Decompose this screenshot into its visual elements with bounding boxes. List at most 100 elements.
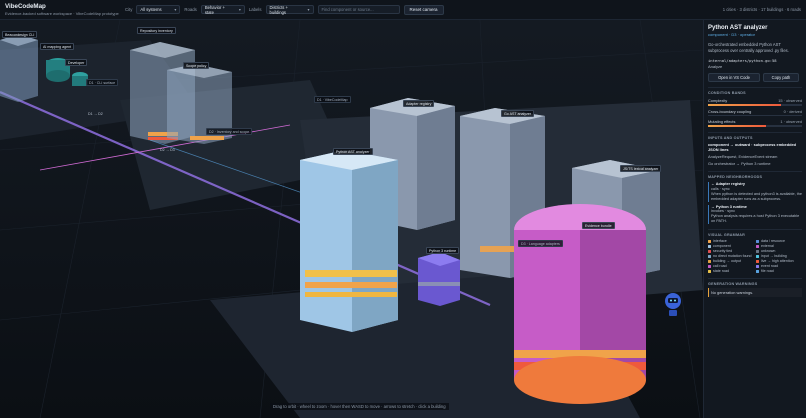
grammar-label: building → output [713,259,741,264]
neighbor-title: ← Adapter registry [711,181,746,186]
generation-warnings: GENERATION WARNINGS No generation warnin… [708,278,802,298]
grammar-item: event road [756,264,802,268]
grammar-label: data / resource [761,239,785,244]
section-heading: VISUAL GRAMMAR [708,233,745,238]
section-heading: CONDITION BANDS [708,91,746,96]
building-label[interactable]: AI mapping agent [40,43,75,50]
neighbor-text: Python analysis requires a host Python 3… [711,214,800,224]
grammar-label: event road [761,264,778,269]
grammar-item: interface [708,239,754,243]
inputs-outputs: INPUTS AND OUTPUTS component → outward ·… [708,131,802,166]
roads-label: Roads [184,7,197,12]
top-toolbar: VibeCodeMap Evidence-backed software wor… [0,0,806,20]
district-label[interactable]: D2 · Inventory and scope [206,128,253,135]
building-evidence-bundle[interactable] [514,204,646,404]
grammar-label: no direct mutation found [713,254,752,259]
city-canvas[interactable]: Beacondesign CLI AI mapping agent Develo… [0,20,703,418]
building-label[interactable]: Go AST analyzer [501,110,535,117]
grammar-item: unknown [756,249,802,253]
inspector-title: Python AST analyzer [708,25,768,31]
grammar-item: security tied [708,249,754,253]
grammar-label: unknown [761,249,776,254]
labels-label: Labels [248,7,262,12]
band-coupling: Cross-boundary coupling 0 · derived [708,109,802,117]
open-in-vscode-button[interactable]: Open in VS Code [708,73,760,83]
brand: VibeCodeMap Evidence-backed software wor… [5,3,121,16]
building-label[interactable]: JS/TS lexical analyzer [620,165,662,172]
building-label[interactable]: Python AST analyzer [333,148,373,155]
grammar-label: file road [761,269,774,274]
grammar-legend: interface data / resource component externa… [708,239,802,273]
swatch-icon [708,254,711,258]
building-label[interactable]: Scope policy [183,62,210,69]
grammar-label: interface [713,239,727,244]
building-python-ast[interactable] [300,150,398,332]
warning-message: No generation warnings. [708,288,802,298]
road-label: D2 → D3 [160,148,175,152]
roads-select-value: Behavior + state [204,4,225,15]
building-label[interactable]: Repository inventory [137,27,176,34]
district-label[interactable]: D3 · Language adapters [518,240,563,247]
swatch-icon [708,244,711,248]
grammar-label: state road [713,269,729,274]
neighbor-title: → Python 3 runtime [711,204,747,209]
grammar-item: no direct mutation found [708,254,754,258]
band-mutating: Mutating effects 1 · observed [708,119,802,127]
copy-path-button[interactable]: Copy path [763,73,799,83]
app-subtitle: Evidence-backed software workspace · Vib… [5,11,119,16]
grammar-label: call road [713,264,727,269]
section-heading: INPUTS AND OUTPUTS [708,135,753,140]
labels-select[interactable]: Districts + buildings ▾ [265,4,314,15]
io-flow: Go orchestrator → Python 3 runtime [708,160,771,166]
building-label[interactable]: Evidence bundle [582,222,615,229]
band-value: 1 · observed [780,119,802,125]
roads-select[interactable]: Behavior + state ▾ [200,4,245,15]
building-python-runtime[interactable] [418,252,460,306]
swatch-icon [756,254,759,258]
swatch-icon [756,244,759,248]
district-label[interactable]: D1 · CLI surface [86,79,119,86]
band-value: 0 · derived [783,108,802,114]
building-label[interactable]: Beacondesign CLI [2,31,38,38]
grammar-label: external [761,244,774,249]
grammar-label: input → building [761,254,787,259]
labels-select-value: Districts + buildings [269,4,289,15]
neighbor-meta: calls · sync [711,186,730,191]
neighbor-item[interactable]: → Python 3 runtime invokes · sync Python… [708,204,802,225]
building-label[interactable]: Adapter registry [403,100,435,107]
visual-grammar: VISUAL GRAMMAR interface data / resource c… [708,229,802,273]
grammar-item: building → output [708,259,754,263]
band-name: Cross-boundary coupling [708,108,752,114]
building-label[interactable]: Python 3 runtime [426,247,460,254]
io-summary: component → outward · subprocess embedde… [708,141,796,152]
grammar-item: call road [708,264,754,268]
search-placeholder: Find component or source... [321,7,374,12]
band-fill [708,104,782,106]
chevron-down-icon: ▾ [238,7,241,12]
city-label: City [125,7,133,12]
swatch-icon [756,269,759,273]
grammar-item: input → building [756,254,802,258]
neighbor-item[interactable]: ← Adapter registry calls · sync When pyt… [708,181,802,202]
neighbor-meta: invokes · sync [711,209,736,214]
building-label[interactable]: Developer [65,59,88,66]
grammar-item: data / resource [756,239,802,243]
app-window: VibeCodeMap Evidence-backed software wor… [0,0,806,418]
swatch-icon [756,264,759,268]
district-label[interactable]: D1 · VibeCodeMap [314,96,351,103]
io-payload: AnalyzeRequest, EvidenceEvent stream [708,153,778,159]
swatch-icon [708,269,711,273]
search-input[interactable]: Find component or source... [317,5,400,14]
building-cli[interactable] [0,34,38,102]
inspector-subtitle: component · D3 · operator [708,32,755,37]
band-complexity: Complexity 15 · observed [708,98,802,106]
reset-camera-button[interactable]: Reset camera [403,4,444,15]
neighborhoods: MAPPED NEIGHBORHOODS ← Adapter registry … [708,170,802,225]
city-select[interactable]: All systems ▾ [136,5,181,14]
swatch-icon [756,239,759,243]
grammar-item: external [756,244,802,248]
source-symbol: Analyze [708,64,723,70]
swatch-icon [708,259,711,263]
neighbor-text: When python is detected and python3 is a… [711,191,802,201]
section-heading: MAPPED NEIGHBORHOODS [708,174,763,179]
